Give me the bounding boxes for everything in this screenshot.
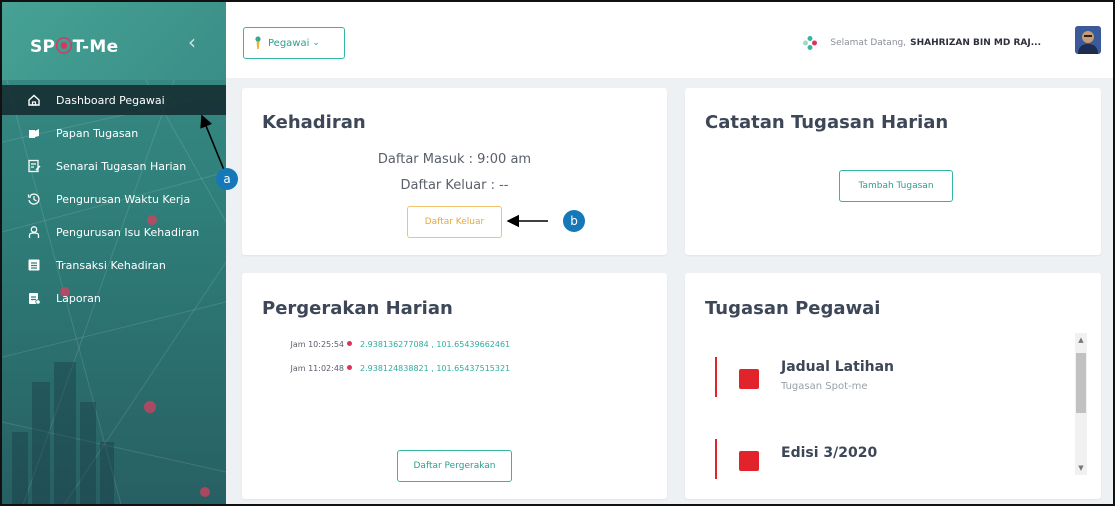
log-time: Jam 11:02:48 <box>290 363 344 373</box>
user-outline-icon <box>26 224 42 240</box>
scrollbar-thumb[interactable] <box>1076 353 1086 413</box>
tambah-tugasan-button[interactable]: Tambah Tugasan <box>839 170 953 202</box>
edit-list-icon <box>26 158 42 174</box>
scroll-down-icon[interactable]: ▼ <box>1075 464 1087 472</box>
daftar-keluar-text: Daftar Keluar : -- <box>400 178 509 193</box>
sidebar-item-label: Transaksi Kehadiran <box>56 258 166 272</box>
logo-pin-icon: ⦿ <box>55 37 73 57</box>
logo-text-left: SP <box>30 37 56 57</box>
sidebar-item-papan-tugasan[interactable]: Papan Tugasan <box>2 118 226 148</box>
catatan-tugasan-card: Catatan Tugasan Harian Tambah Tugasan <box>685 88 1101 255</box>
welcome-text: Selamat Datang, SHAHRIZAN BIN MD RAJ... <box>802 35 1041 51</box>
sidebar-item-label: Pengurusan Isu Kehadiran <box>56 225 200 239</box>
task-accent-bar <box>715 439 717 479</box>
log-dot-icon <box>347 341 352 346</box>
kehadiran-title: Kehadiran <box>262 112 366 133</box>
app-window: SP⦿T-Me ‹ Dashboard Pegawai Papan Tugasa… <box>0 0 1115 506</box>
clipboard-hand-icon <box>26 125 42 141</box>
sidebar-item-transaksi-kehadiran[interactable]: Transaksi Kehadiran <box>2 250 226 280</box>
pergerakan-harian-card: Pergerakan Harian Jam 10:25:54 2.9381362… <box>242 273 667 499</box>
report-icon <box>26 290 42 306</box>
logo-text-right: T-Me <box>72 37 119 57</box>
sidebar-item-pengurusan-isu-kehadiran[interactable]: Pengurusan Isu Kehadiran <box>2 217 226 247</box>
role-dropdown-label: Pegawai <box>268 37 310 49</box>
top-bar: Pegawai ⌄ Selamat Datang, SHAHRIZAN BIN … <box>226 2 1113 78</box>
kehadiran-card: Kehadiran Daftar Masuk : 9:00 am Daftar … <box>242 88 667 255</box>
movement-log-row: Jam 10:25:54 2.938136277084 , 101.654396… <box>242 337 667 351</box>
sidebar-item-senarai-tugasan-harian[interactable]: Senarai Tugasan Harian <box>2 151 226 181</box>
tugasan-pegawai-card: Tugasan Pegawai Jadual Latihan Tugasan S… <box>685 273 1101 499</box>
log-dot-icon <box>347 365 352 370</box>
sidebar-item-label: Senarai Tugasan Harian <box>56 159 187 173</box>
task-color-icon <box>739 369 759 389</box>
welcome-label: Selamat Datang, <box>830 38 907 48</box>
task-title: Jadual Latihan <box>781 359 895 375</box>
sidebar-item-dashboard-pegawai[interactable]: Dashboard Pegawai <box>2 85 226 115</box>
sidebar-item-label: Dashboard Pegawai <box>56 93 165 107</box>
task-list-scrollbar[interactable]: ▲ ▼ <box>1075 333 1087 475</box>
pergerakan-title: Pergerakan Harian <box>262 298 453 319</box>
user-name[interactable]: SHAHRIZAN BIN MD RAJ... <box>910 38 1041 48</box>
callout-b-badge: b <box>563 210 585 232</box>
task-subtitle: Tugasan Spot-me <box>781 381 868 392</box>
task-item[interactable]: Edisi 3/2020 <box>715 439 1055 479</box>
sidebar-item-pengurusan-waktu-kerja[interactable]: Pengurusan Waktu Kerja <box>2 184 226 214</box>
task-color-icon <box>739 451 759 471</box>
catatan-title: Catatan Tugasan Harian <box>705 112 949 133</box>
sidebar-item-laporan[interactable]: Laporan <box>2 283 226 313</box>
collapse-sidebar-icon[interactable]: ‹ <box>188 30 196 54</box>
log-coordinate[interactable]: 2.938136277084 , 101.65439662461 <box>360 340 510 349</box>
daftar-keluar-button[interactable]: Daftar Keluar <box>407 206 502 238</box>
task-accent-bar <box>715 357 717 397</box>
log-coordinate[interactable]: 2.938124838821 , 101.65437515321 <box>360 364 510 373</box>
callout-a-badge: a <box>216 168 238 190</box>
scroll-up-icon[interactable]: ▲ <box>1075 336 1087 344</box>
sidebar-item-label: Laporan <box>56 291 101 305</box>
daftar-masuk-text: Daftar Masuk : 9:00 am <box>377 152 532 167</box>
sidebar-item-label: Papan Tugasan <box>56 126 139 140</box>
movement-log-row: Jam 11:02:48 2.938124838821 , 101.654375… <box>242 361 667 375</box>
avatar[interactable] <box>1075 26 1101 54</box>
sidebar-item-label: Pengurusan Waktu Kerja <box>56 192 191 206</box>
sidebar: SP⦿T-Me ‹ Dashboard Pegawai Papan Tugasa… <box>2 2 226 504</box>
daftar-pergerakan-button[interactable]: Daftar Pergerakan <box>397 450 512 482</box>
task-title: Edisi 3/2020 <box>781 445 878 461</box>
task-item[interactable]: Jadual Latihan Tugasan Spot-me <box>715 357 1055 397</box>
app-logo[interactable]: SP⦿T-Me <box>30 32 118 57</box>
flower-logo-icon <box>803 36 818 50</box>
chevron-down-icon: ⌄ <box>312 38 320 48</box>
log-time: Jam 10:25:54 <box>290 339 344 349</box>
role-dropdown-button[interactable]: Pegawai ⌄ <box>243 27 345 59</box>
pin-icon <box>255 36 261 49</box>
home-icon <box>26 92 42 108</box>
tugasan-title: Tugasan Pegawai <box>705 298 881 319</box>
list-box-icon <box>26 257 42 273</box>
clock-history-icon <box>26 191 42 207</box>
